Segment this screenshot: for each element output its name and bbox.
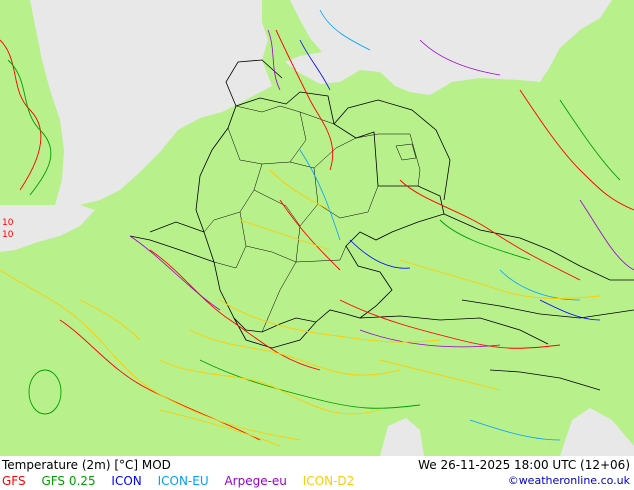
legend-item-gfs-025: GFS 0.25 (41, 474, 96, 488)
map-view: 10 10 Temperature (2m) [°C] MOD We 26-11… (0, 0, 634, 490)
credit-link[interactable]: ©weatheronline.co.uk (508, 474, 630, 488)
model-legend: GFS GFS 0.25 ICON ICON-EU Arpege-eu ICON… (2, 474, 366, 488)
map-title: Temperature (2m) [°C] MOD (2, 458, 171, 472)
legend-item-icon: ICON (111, 474, 142, 488)
legend-item-icon-d2: ICON-D2 (302, 474, 355, 488)
map-label-contour-10: 10 (2, 218, 14, 228)
temperature-map: 10 10 (0, 0, 634, 456)
legend-item-icon-eu: ICON-EU (157, 474, 209, 488)
forecast-datetime: We 26-11-2025 18:00 UTC (12+06) (418, 458, 630, 472)
map-label-contour-10: 10 (2, 230, 14, 240)
legend-item-arpege-eu: Arpege-eu (224, 474, 287, 488)
footer-bar: Temperature (2m) [°C] MOD We 26-11-2025 … (0, 456, 634, 490)
legend-item-gfs: GFS (2, 474, 26, 488)
